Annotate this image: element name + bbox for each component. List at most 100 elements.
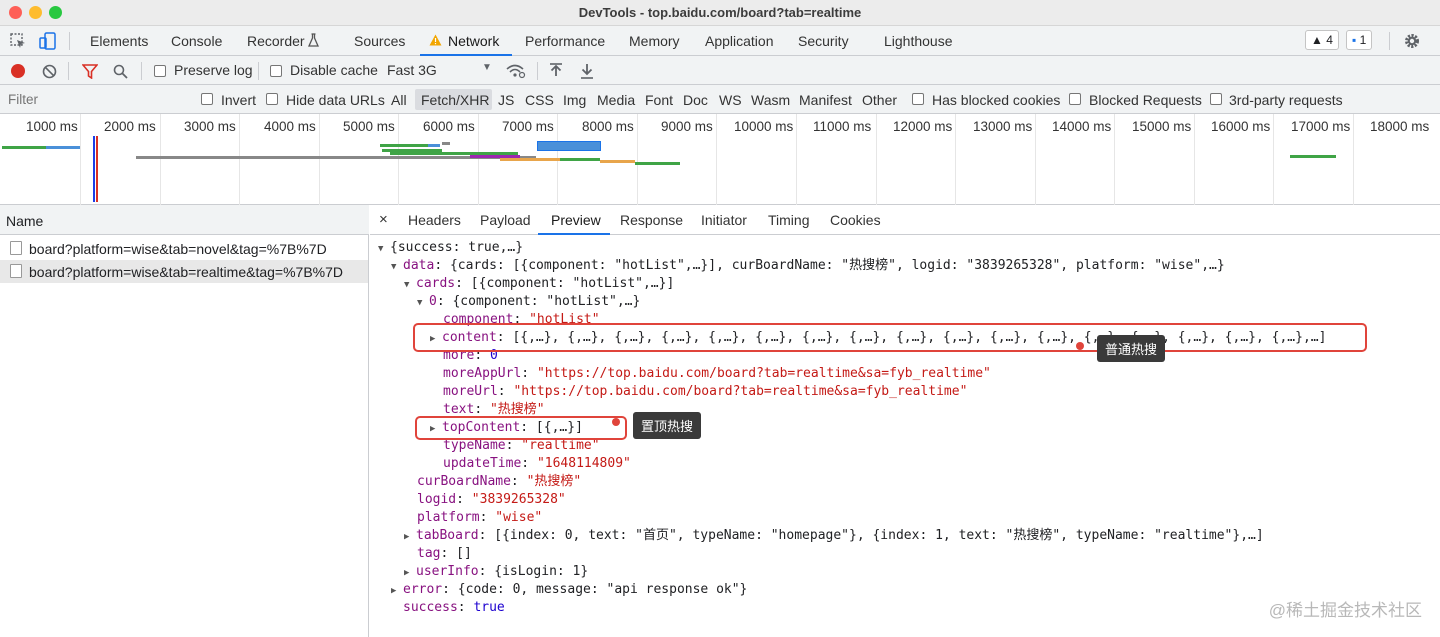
search-icon[interactable] — [113, 64, 128, 79]
tab-timing[interactable]: Timing — [768, 212, 810, 228]
type-filter-ws[interactable]: WS — [719, 92, 742, 108]
tab-preview[interactable]: Preview — [551, 212, 601, 228]
timeline-tick: 3000 ms — [184, 119, 236, 134]
expand-triangle-icon[interactable]: ▼ — [378, 240, 390, 258]
tab-network[interactable]: Network — [448, 33, 499, 49]
tab-initiator[interactable]: Initiator — [701, 212, 747, 228]
network-conditions-icon[interactable] — [506, 63, 526, 79]
tab-lighthouse[interactable]: Lighthouse — [884, 33, 953, 49]
name-column-header[interactable]: Name — [0, 205, 369, 235]
type-filter-wasm[interactable]: Wasm — [751, 92, 790, 108]
device-toolbar-icon[interactable] — [39, 32, 57, 50]
tab-sources[interactable]: Sources — [354, 33, 405, 49]
disable-cache-checkbox[interactable] — [270, 65, 282, 77]
hide-data-urls-checkbox[interactable] — [266, 93, 278, 105]
expand-triangle-icon[interactable]: ▶ — [391, 582, 403, 600]
expand-triangle-icon[interactable]: ▶ — [404, 564, 416, 582]
warning-triangle-icon: ▲ — [1311, 33, 1323, 47]
tab-elements[interactable]: Elements — [90, 33, 148, 49]
record-button[interactable] — [11, 64, 25, 78]
messages-badge[interactable]: ▪ 1 — [1346, 30, 1373, 50]
json-root[interactable]: ▼ {success: true,…} — [378, 239, 523, 258]
json-value: "wise" — [495, 510, 543, 525]
json-node-userinfo[interactable]: ▶ userInfo: {isLogin: 1} — [404, 563, 588, 582]
expand-triangle-icon[interactable]: ▼ — [417, 294, 429, 312]
expand-triangle-icon[interactable]: ▼ — [404, 276, 416, 294]
filter-icon[interactable] — [82, 64, 98, 79]
inspect-element-icon[interactable] — [10, 33, 26, 49]
tab-console[interactable]: Console — [171, 33, 222, 49]
json-key: 0 — [429, 294, 437, 309]
tab-headers[interactable]: Headers — [408, 212, 461, 228]
invert-checkbox[interactable] — [201, 93, 213, 105]
expand-triangle-icon[interactable]: ▶ — [404, 528, 416, 546]
filter-input[interactable] — [4, 89, 186, 110]
type-filter-css[interactable]: CSS — [525, 92, 554, 108]
tab-response[interactable]: Response — [620, 212, 683, 228]
type-filter-fetch-xhr[interactable]: Fetch/XHR — [421, 92, 489, 108]
json-key: logid — [417, 492, 457, 507]
request-name: board?platform=wise&tab=novel&tag=%7B%7D — [29, 241, 327, 257]
request-row[interactable]: board?platform=wise&tab=novel&tag=%7B%7D — [0, 237, 368, 260]
type-filter-manifest[interactable]: Manifest — [799, 92, 852, 108]
third-party-checkbox[interactable] — [1210, 93, 1222, 105]
expand-triangle-icon[interactable]: ▼ — [391, 258, 403, 276]
warnings-badge[interactable]: ▲ 4 — [1305, 30, 1339, 50]
blocked-cookies-checkbox[interactable] — [912, 93, 924, 105]
timeline-tick: 10000 ms — [734, 119, 794, 134]
close-detail-button[interactable]: × — [379, 211, 388, 228]
throttle-select[interactable]: Fast 3G — [387, 62, 437, 78]
document-icon — [10, 264, 22, 278]
json-root-summary: {success: true,…} — [390, 240, 524, 255]
timeline-tick: 12000 ms — [893, 119, 953, 134]
tab-payload[interactable]: Payload — [480, 212, 531, 228]
waterfall-bar — [442, 142, 450, 145]
content-annotation-tooltip: 普通热搜 — [1097, 335, 1166, 362]
timeline-tick: 15000 ms — [1132, 119, 1192, 134]
type-filter-media[interactable]: Media — [597, 92, 635, 108]
topcontent-highlight-box — [415, 416, 627, 440]
preserve-log-checkbox[interactable] — [154, 65, 166, 77]
topcontent-annotation-tooltip: 置顶热搜 — [633, 412, 702, 439]
export-har-icon[interactable] — [580, 63, 594, 79]
tab-performance[interactable]: Performance — [525, 33, 605, 49]
type-filter-all[interactable]: All — [391, 92, 407, 108]
json-node-tabboard[interactable]: ▶ tabBoard: [{index: 0, text: "首页", typeN… — [404, 527, 1264, 546]
json-value: : {isLogin: 1} — [478, 564, 589, 579]
json-value: "https://top.baidu.com/board?tab=realtim… — [536, 366, 991, 381]
tab-security[interactable]: Security — [798, 33, 849, 49]
type-filter-other[interactable]: Other — [862, 92, 897, 108]
type-filter-font[interactable]: Font — [645, 92, 673, 108]
timeline-tick: 14000 ms — [1052, 119, 1112, 134]
tab-application[interactable]: Application — [705, 33, 774, 49]
clear-icon[interactable] — [42, 64, 57, 79]
waterfall-bar — [540, 158, 560, 161]
tab-memory[interactable]: Memory — [629, 33, 680, 49]
json-value: : [] — [440, 546, 472, 561]
disable-cache-label: Disable cache — [290, 62, 378, 78]
timeline-overview[interactable]: 1000 ms 2000 ms 3000 ms 4000 ms 5000 ms … — [0, 114, 1440, 205]
json-key: error — [403, 582, 443, 597]
type-filter-js[interactable]: JS — [498, 92, 514, 108]
type-filter-doc[interactable]: Doc — [683, 92, 708, 108]
waterfall-bar — [428, 144, 440, 147]
tab-cookies[interactable]: Cookies — [830, 212, 881, 228]
waterfall-bar — [380, 144, 428, 147]
blocked-requests-checkbox[interactable] — [1069, 93, 1081, 105]
type-filter-img[interactable]: Img — [563, 92, 586, 108]
import-har-icon[interactable] — [549, 63, 563, 79]
request-row-selected[interactable]: board?platform=wise&tab=realtime&tag=%7B… — [0, 260, 368, 283]
load-event-line — [96, 136, 98, 202]
tab-recorder[interactable]: Recorder — [247, 33, 305, 49]
json-node-moreappurl: moreAppUrl: "https://top.baidu.com/board… — [443, 366, 991, 381]
json-node-cards[interactable]: ▼ cards: [{component: "hotList",…}] — [404, 275, 674, 294]
gear-icon[interactable] — [1403, 32, 1421, 50]
network-toolbar: Preserve log Disable cache Fast 3G ▼ — [0, 56, 1440, 85]
json-key: cards — [416, 276, 456, 291]
json-node-error[interactable]: ▶ error: {code: 0, message: "api response… — [391, 581, 747, 600]
flask-icon — [308, 33, 319, 47]
timeline-tick: 6000 ms — [423, 119, 475, 134]
json-node-0[interactable]: ▼ 0: {component: "hotList",…} — [417, 293, 640, 312]
json-node-data[interactable]: ▼ data: {cards: [{component: "hotList",…}… — [391, 257, 1225, 276]
chevron-down-icon[interactable]: ▼ — [482, 62, 492, 73]
